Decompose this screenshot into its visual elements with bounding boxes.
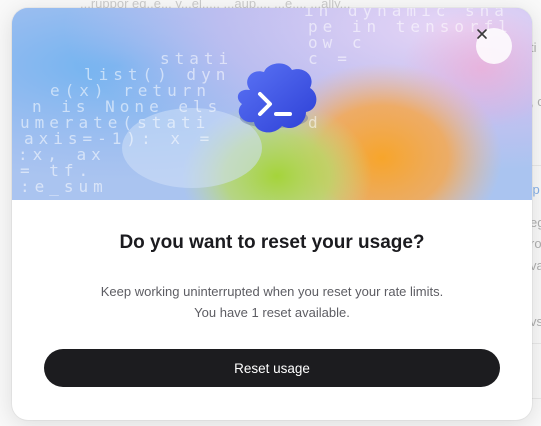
code-line: d xyxy=(308,113,323,132)
description-line: Keep working uninterrupted when you rese… xyxy=(100,284,444,299)
dialog-title: Do you want to reset your usage? xyxy=(119,232,425,253)
hero-banner: stati list() dyn e(x) return n is None e… xyxy=(12,8,532,200)
reset-usage-button[interactable]: Reset usage xyxy=(44,349,500,387)
close-button[interactable] xyxy=(476,28,512,64)
reset-count-text: You have 1 reset available. xyxy=(194,305,350,320)
dialog-description: Keep working uninterrupted when you rese… xyxy=(12,281,532,323)
code-line: :e_sum xyxy=(20,177,108,196)
code-line: c = xyxy=(308,49,352,68)
hero-illustration: stati list() dyn e(x) return n is None e… xyxy=(12,8,532,200)
close-icon xyxy=(477,29,487,39)
reset-usage-dialog: stati list() dyn e(x) return n is None e… xyxy=(12,8,532,420)
